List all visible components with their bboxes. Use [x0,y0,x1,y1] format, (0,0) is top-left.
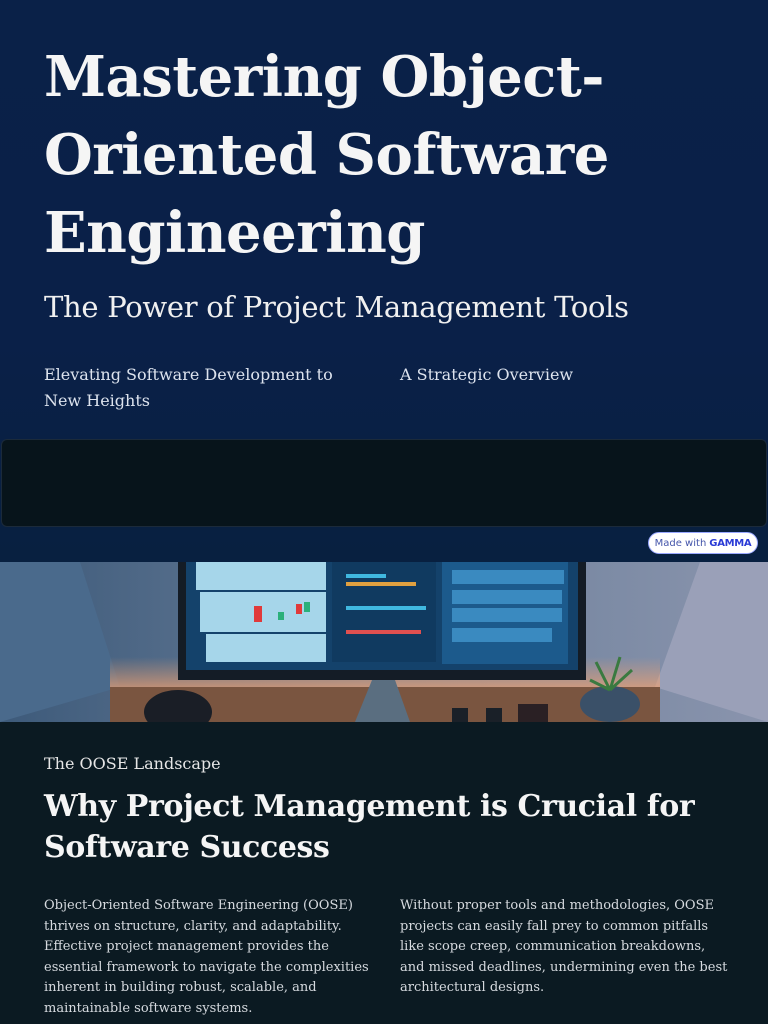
tagline-right: A Strategic Overview [400,365,574,384]
made-with-gamma-badge[interactable]: Made with GAMMA [648,532,758,554]
section-kicker: The OOSE Landscape [44,754,221,773]
gamma-logo: GAMMA [709,537,752,549]
page-subtitle: The Power of Project Management Tools [44,290,629,324]
hero-section: Mastering Object-Oriented Software Engin… [0,0,768,562]
page-title: Mastering Object-Oriented Software Engin… [44,44,609,266]
paragraph-right: Without proper tools and methodologies, … [400,898,728,995]
empty-card [1,439,767,527]
paragraph-left: Object-Oriented Software Engineering (OO… [44,898,369,1016]
section-heading: Why Project Management is Crucial for So… [44,789,695,865]
workspace-photo [0,562,768,722]
badge-prefix: Made with [654,537,707,549]
tagline-left: Elevating Software Development to New He… [44,365,333,410]
